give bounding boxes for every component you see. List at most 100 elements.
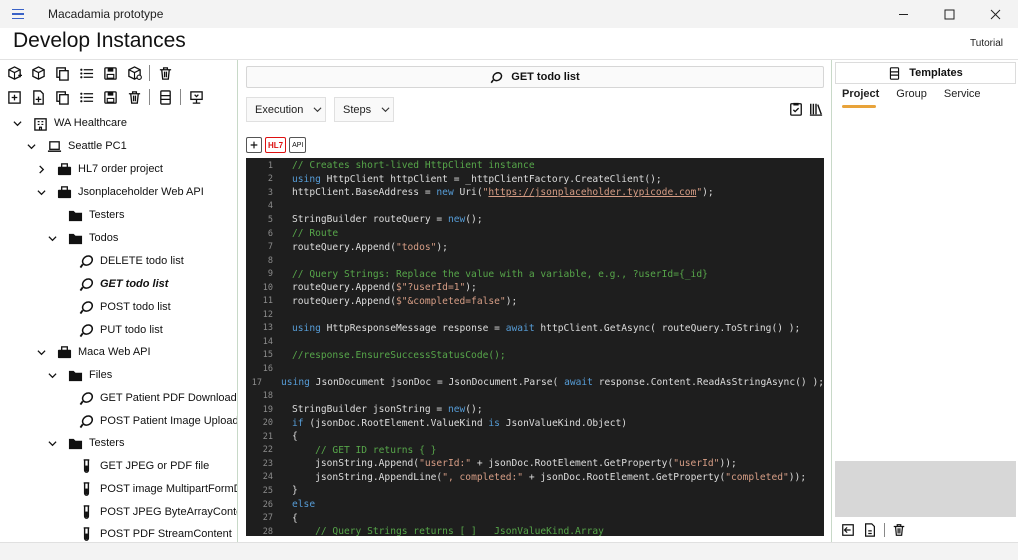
code-line[interactable]: 14 <box>246 335 824 349</box>
code-line[interactable]: 12 <box>246 308 824 322</box>
code-line[interactable]: 27 { <box>246 511 824 525</box>
tab-project[interactable]: Project <box>842 88 879 108</box>
library-icon[interactable] <box>809 102 823 116</box>
code-line[interactable]: 26 else <box>246 498 824 512</box>
tree-node-get-jpeg-pdf[interactable]: GET JPEG or PDF file <box>78 455 209 477</box>
chevron-down-icon[interactable] <box>46 232 58 244</box>
minimize-button[interactable] <box>880 0 926 28</box>
code-line[interactable]: 6 // Route <box>246 227 824 241</box>
code-line[interactable]: 3 httpClient.BaseAddress = new Uri("https… <box>246 186 824 200</box>
chevron-down-icon[interactable] <box>35 346 47 358</box>
line-number: 15 <box>262 350 273 361</box>
code-line[interactable]: 5 StringBuilder routeQuery = new(); <box>246 213 824 227</box>
code-line[interactable]: 17 using JsonDocument jsonDoc = JsonDocum… <box>246 376 824 390</box>
tree-node-label: POST Patient Image Uploader <box>100 415 238 427</box>
tree-node-testers-2[interactable]: Testers <box>46 432 124 454</box>
tutorial-link[interactable]: Tutorial <box>970 38 1003 49</box>
tree-node-wa-healthcare[interactable]: WA Healthcare <box>11 112 127 134</box>
tree-node-testers[interactable]: Testers <box>67 204 124 226</box>
add-snippet-icon <box>250 141 258 149</box>
chevron-right-icon[interactable] <box>35 163 47 175</box>
clipboard-check-icon[interactable] <box>789 102 803 116</box>
line-number: 19 <box>262 404 273 415</box>
execution-dropdown[interactable]: Execution <box>246 97 326 122</box>
close-button[interactable] <box>972 0 1018 28</box>
panel-icon[interactable] <box>155 87 175 107</box>
tree-node-get-todo-list[interactable]: GET todo list <box>78 273 168 295</box>
code-line[interactable]: 8 <box>246 254 824 268</box>
tree-node-post-todo-list[interactable]: POST todo list <box>78 296 171 318</box>
steps-dropdown[interactable]: Steps <box>334 97 394 122</box>
tab-service[interactable]: Service <box>944 88 981 106</box>
save-icon[interactable] <box>100 87 120 107</box>
tree-node-post-image-multipart[interactable]: POST image MultipartFormData <box>78 478 237 500</box>
code-line[interactable]: 4 <box>246 200 824 214</box>
nut-icon <box>78 276 94 292</box>
chevron-down-icon[interactable] <box>11 117 23 129</box>
hl7-button[interactable]: HL7 <box>265 137 287 153</box>
new-file-icon[interactable] <box>28 87 48 107</box>
list-icon[interactable] <box>76 63 96 83</box>
copy-icon[interactable] <box>52 87 72 107</box>
chevron-down-icon[interactable] <box>46 437 58 449</box>
code-line[interactable]: 9 // Query Strings: Replace the value wit… <box>246 267 824 281</box>
tree-node-post-patient-image[interactable]: POST Patient Image Uploader <box>78 410 238 432</box>
tree-node-seattle-pc1[interactable]: Seattle PC1 <box>25 135 127 157</box>
delete-icon[interactable] <box>891 522 907 538</box>
code-line[interactable]: 16 <box>246 362 824 376</box>
code-line[interactable]: 7 routeQuery.Append("todos"); <box>246 240 824 254</box>
request-title: GET todo list <box>511 71 580 83</box>
code-line[interactable]: 1 // Creates short-lived HttpClient insta… <box>246 159 824 173</box>
code-line[interactable]: 2 using HttpClient httpClient = _httpClie… <box>246 173 824 187</box>
folder-icon <box>67 367 83 383</box>
code-line[interactable]: 21 { <box>246 430 824 444</box>
api-button[interactable]: API <box>289 137 307 153</box>
tree-node-hl7-order-project[interactable]: HL7 order project <box>35 158 163 180</box>
cube-settings-icon[interactable] <box>124 63 144 83</box>
chevron-down-icon[interactable] <box>25 140 37 152</box>
code-line[interactable]: 23 jsonString.Append("userId:" + jsonDoc… <box>246 457 824 471</box>
list-icon[interactable] <box>76 87 96 107</box>
save-icon[interactable] <box>100 63 120 83</box>
code-line[interactable]: 18 <box>246 389 824 403</box>
tree-node-post-pdf-stream[interactable]: POST PDF StreamContent <box>78 523 232 542</box>
code-line[interactable]: 28 // Query Strings returns [ ] JsonValu… <box>246 525 824 536</box>
tree-node-post-jpeg-bytearray[interactable]: POST JPEG ByteArrayContent <box>78 501 237 523</box>
tree-node-put-todo-list[interactable]: PUT todo list <box>78 319 163 341</box>
add-box-icon[interactable] <box>4 87 24 107</box>
cube-add-icon[interactable] <box>4 63 24 83</box>
tab-group[interactable]: Group <box>896 88 927 106</box>
code-line[interactable]: 11 routeQuery.Append($"&completed=false")… <box>246 295 824 309</box>
tree-node-todos[interactable]: Todos <box>46 227 118 249</box>
cube-icon[interactable] <box>28 63 48 83</box>
code-line[interactable]: 22 // GET ID returns { } <box>246 444 824 458</box>
tree-node-maca-web-api[interactable]: Maca Web API <box>35 341 151 363</box>
chevron-down-icon[interactable] <box>35 186 47 198</box>
new-file-icon[interactable] <box>862 522 878 538</box>
line-number: 22 <box>262 445 273 456</box>
import-icon[interactable] <box>840 522 856 538</box>
chevron-down-icon[interactable] <box>46 369 58 381</box>
copy-icon[interactable] <box>52 63 72 83</box>
maximize-button[interactable] <box>926 0 972 28</box>
hamburger-menu-icon[interactable] <box>0 0 36 28</box>
code-line[interactable]: 24 jsonString.AppendLine(", completed:" … <box>246 471 824 485</box>
delete-icon[interactable] <box>124 87 144 107</box>
tree-node-files[interactable]: Files <box>46 364 112 386</box>
tree-node-jsonplaceholder[interactable]: Jsonplaceholder Web API <box>35 181 204 203</box>
test-tube-icon <box>78 504 94 520</box>
code-line[interactable]: 13 using HttpResponseMessage response = a… <box>246 322 824 336</box>
deploy-icon[interactable] <box>186 87 206 107</box>
code-line[interactable]: 25} <box>246 484 824 498</box>
code-editor[interactable]: 1 // Creates short-lived HttpClient insta… <box>246 158 824 536</box>
code-line[interactable]: 15 //response.EnsureSuccessStatusCode(); <box>246 349 824 363</box>
delete-icon[interactable] <box>155 63 175 83</box>
request-title-button[interactable]: GET todo list <box>246 66 824 88</box>
tree-node-get-patient-pdf[interactable]: GET Patient PDF Downloader <box>78 387 237 409</box>
code-line[interactable]: 19 StringBuilder jsonString = new(); <box>246 403 824 417</box>
briefcase-icon <box>56 184 72 200</box>
tree-node-delete-todo-list[interactable]: DELETE todo list <box>78 250 184 272</box>
code-line[interactable]: 20 if (jsonDoc.RootElement.ValueKind is J… <box>246 416 824 430</box>
add-snippet-button[interactable] <box>246 137 262 153</box>
code-line[interactable]: 10 routeQuery.Append($"?userId=1"); <box>246 281 824 295</box>
